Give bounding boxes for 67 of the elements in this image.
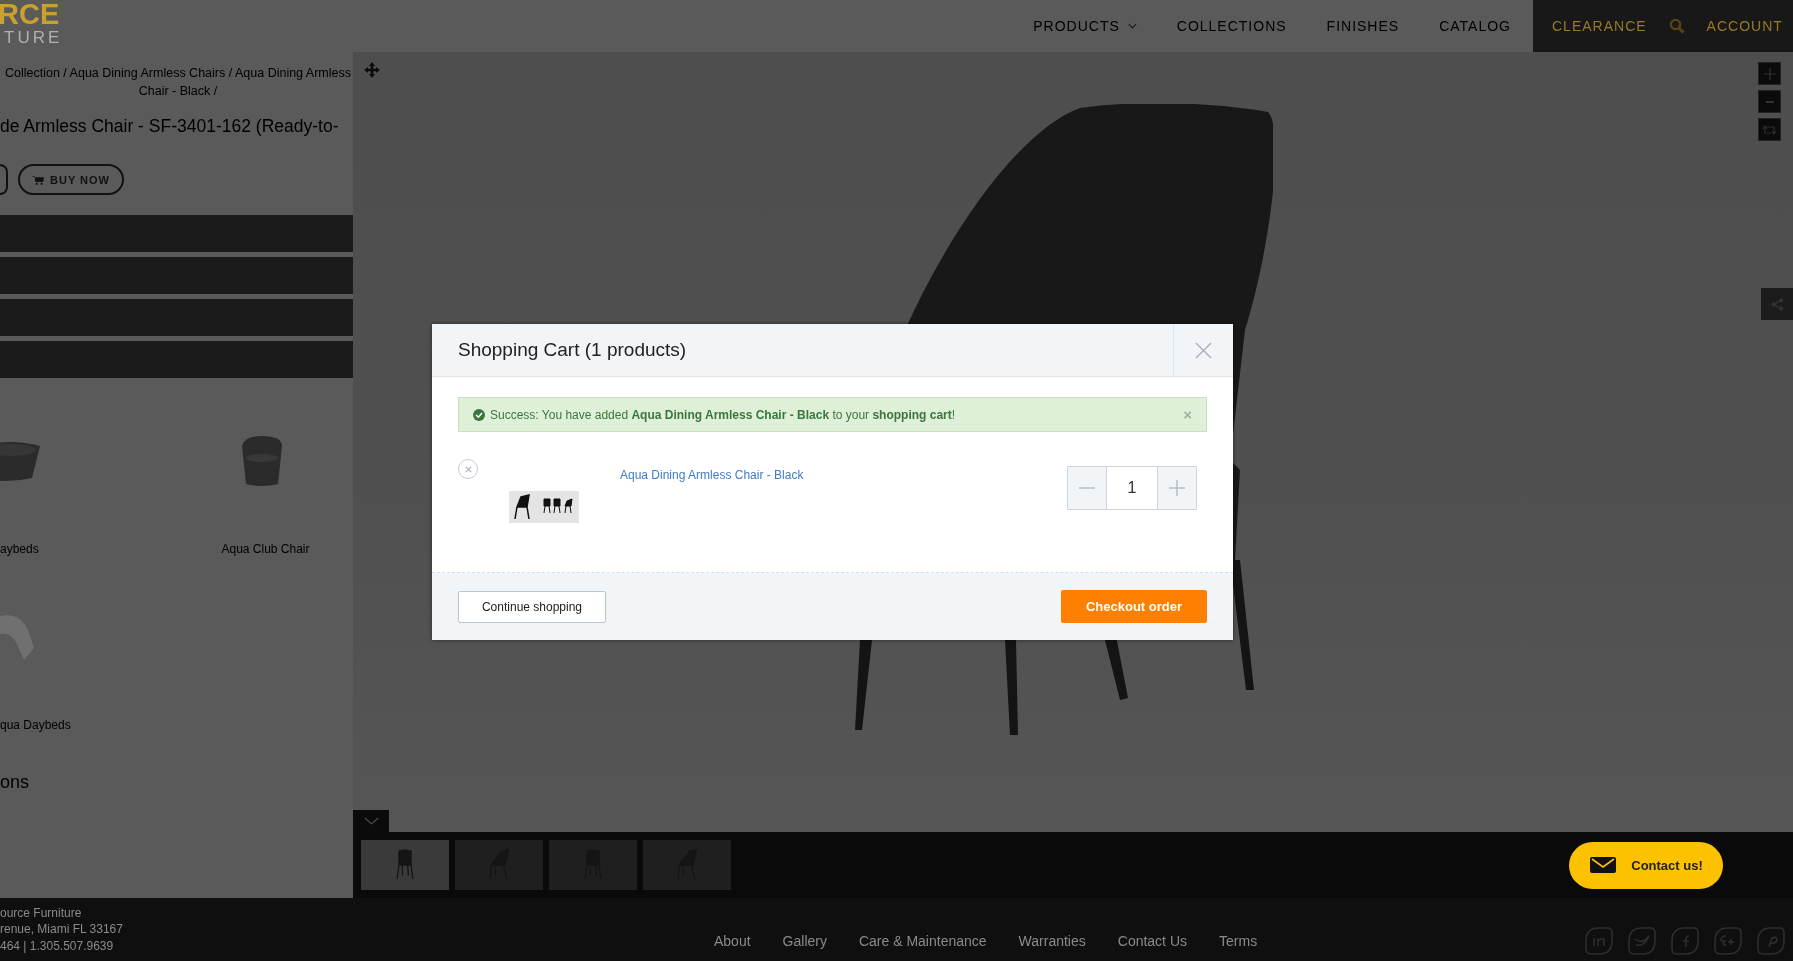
checkout-button[interactable]: Checkout order — [1061, 590, 1207, 623]
check-circle-icon — [473, 408, 485, 421]
footer-link[interactable]: Warranties — [1018, 932, 1086, 949]
breadcrumb: Collection / Aqua Dining Armless Chairs / Aqua Dining Armless Chair - Black / — [4, 65, 352, 100]
address-line: ource Furniture — [0, 904, 83, 922]
close-icon — [464, 465, 472, 473]
close-icon — [1195, 341, 1212, 359]
continue-shopping-button[interactable]: Continue shopping — [458, 590, 606, 623]
zoom-out-button[interactable] — [1758, 90, 1781, 113]
product-name[interactable]: aybeds — [0, 542, 170, 556]
zoom-in-button[interactable] — [1758, 62, 1781, 85]
footer-link[interactable]: Terms — [1219, 932, 1258, 949]
section-heading: ons — [0, 772, 31, 793]
accordion-bar[interactable] — [0, 257, 353, 294]
plus-icon — [1763, 67, 1776, 80]
remove-button[interactable] — [458, 459, 478, 479]
contact-button[interactable]: Contact us! — [1569, 841, 1723, 889]
address-line: 464 | 1.305.507.9639 — [0, 937, 115, 955]
product-title: de Armless Chair - SF-3401-162 (Ready-to- — [0, 116, 340, 137]
dialog-title: Shopping Cart (1 products) — [458, 339, 688, 361]
social-icon[interactable] — [1585, 926, 1613, 955]
nav-link[interactable]: COLLECTIONS — [1176, 18, 1287, 34]
nav-link[interactable]: CLEARANCE — [1552, 18, 1647, 34]
footer-link[interactable]: Gallery — [782, 932, 827, 949]
chevron-down-icon — [1127, 23, 1137, 29]
social-icon[interactable] — [1628, 926, 1656, 955]
move-icon[interactable] — [364, 62, 380, 78]
decrease-button[interactable] — [1067, 466, 1107, 510]
share-button[interactable] — [1761, 288, 1793, 320]
club-chair-drawing — [239, 436, 284, 488]
quantity-field[interactable]: 1 — [1106, 466, 1158, 510]
footer-link[interactable]: Care & Maintenance — [858, 932, 987, 949]
product-name[interactable]: qua Daybeds — [0, 718, 170, 732]
envelope-icon — [1589, 856, 1618, 874]
nav-link[interactable]: ACCOUNT — [1706, 18, 1783, 34]
share-icon — [1770, 297, 1784, 311]
buy-now-button[interactable]: BUY NOW — [18, 164, 124, 195]
product-name[interactable]: Aqua Club Chair — [221, 542, 310, 556]
address-line: renue, Miami FL 33167 — [0, 921, 124, 938]
chevron-down-icon — [363, 817, 379, 825]
collapse-tab[interactable] — [353, 810, 389, 832]
footer-link[interactable]: About — [714, 932, 751, 949]
plus-icon — [1169, 480, 1185, 496]
search-icon[interactable] — [1668, 18, 1685, 34]
social-icon[interactable] — [1671, 926, 1699, 955]
logo-text[interactable]: TURE — [4, 29, 60, 46]
nav-link[interactable]: CATALOG — [1439, 18, 1511, 34]
swap-arrows-icon — [1761, 124, 1778, 135]
pill-button-edge[interactable] — [0, 164, 8, 195]
minus-icon — [1765, 100, 1774, 103]
accordion-bar[interactable] — [0, 215, 353, 252]
product-thumbnail — [509, 491, 579, 523]
rotate-button[interactable] — [1758, 118, 1781, 141]
minus-icon — [1079, 487, 1095, 489]
social-icon[interactable] — [1714, 926, 1742, 955]
logo-text[interactable]: RCE — [0, 0, 60, 29]
accordion-bar[interactable] — [0, 341, 353, 378]
increase-button[interactable] — [1157, 466, 1197, 510]
nav-link[interactable]: PRODUCTS — [1033, 18, 1137, 34]
thumbnail[interactable] — [361, 840, 449, 890]
product-link[interactable]: Aqua Dining Armless Chair - Black — [620, 468, 804, 482]
alert-message: Success: You have added Aqua Dining Armless Chair - Black to your shopping cart! — [490, 407, 957, 422]
nav-link[interactable]: FINISHES — [1326, 18, 1400, 34]
accordion-bar[interactable] — [0, 299, 353, 336]
social-icon[interactable] — [1757, 926, 1785, 955]
footer-link[interactable]: Contact Us — [1117, 932, 1187, 949]
cart-icon — [32, 174, 44, 185]
